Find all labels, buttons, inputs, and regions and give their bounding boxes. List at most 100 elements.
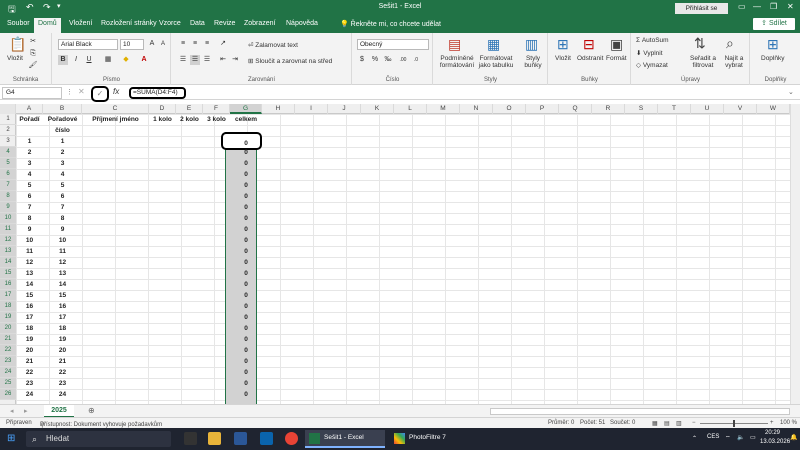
total-cell[interactable]: 0 bbox=[230, 257, 262, 268]
merge-center-button[interactable]: ⊞ Sloučit a zarovnat na střed bbox=[248, 57, 332, 65]
font-name-select[interactable]: Arial Black bbox=[58, 39, 118, 50]
normal-view-icon[interactable]: ▦ bbox=[652, 420, 658, 427]
row-header[interactable]: 26 bbox=[0, 389, 16, 400]
row-header[interactable]: 7 bbox=[0, 180, 16, 191]
fill-button[interactable]: ⬇ Vyplnit bbox=[636, 49, 663, 57]
cell-styles-button[interactable]: Styly buňky bbox=[520, 55, 546, 69]
conditional-formatting-button[interactable]: Podmíněné formátování bbox=[438, 55, 476, 69]
underline-button[interactable]: U bbox=[84, 55, 94, 65]
row-header[interactable]: 10 bbox=[0, 213, 16, 224]
order-cell[interactable]: 3 bbox=[16, 158, 43, 169]
row-header[interactable]: 2 bbox=[0, 125, 16, 136]
page-break-view-icon[interactable]: ▥ bbox=[676, 420, 682, 427]
align-left-icon[interactable]: ☰ bbox=[178, 55, 188, 65]
find-select-icon[interactable]: ⌕ bbox=[726, 35, 734, 52]
total-cell[interactable]: 0 bbox=[230, 323, 262, 334]
next-sheet-icon[interactable]: ▸ bbox=[24, 407, 28, 415]
sequence-number-cell[interactable]: 7 bbox=[43, 202, 82, 213]
ribbon-display-icon[interactable]: ▭ bbox=[738, 2, 746, 11]
column-header-w[interactable]: W bbox=[757, 104, 790, 114]
tab-data[interactable]: Data bbox=[190, 20, 205, 27]
sequence-number-cell[interactable]: 13 bbox=[43, 268, 82, 279]
tab-home[interactable]: Domů bbox=[34, 18, 61, 33]
zoom-out-icon[interactable]: − bbox=[692, 420, 696, 426]
column-header-u[interactable]: U bbox=[691, 104, 724, 114]
row-header[interactable]: 6 bbox=[0, 169, 16, 180]
name-box-more-icon[interactable]: ⋮ bbox=[66, 88, 73, 96]
currency-icon[interactable]: $ bbox=[357, 55, 367, 65]
orientation-icon[interactable]: ↗ bbox=[218, 39, 228, 49]
sequence-number-cell[interactable]: 5 bbox=[43, 180, 82, 191]
delete-cells-button[interactable]: Odstranit bbox=[577, 55, 603, 62]
battery-icon[interactable]: ▭ bbox=[750, 434, 756, 441]
total-cell[interactable]: 0 bbox=[230, 301, 262, 312]
clock-time[interactable]: 20:29 bbox=[765, 430, 780, 436]
column-header-d[interactable]: D bbox=[149, 104, 176, 114]
row-header[interactable]: 24 bbox=[0, 367, 16, 378]
copy-icon[interactable]: ⎘ bbox=[28, 49, 38, 59]
row-header[interactable]: 20 bbox=[0, 323, 16, 334]
outlook-icon[interactable] bbox=[260, 432, 273, 445]
total-cell[interactable]: 0 bbox=[230, 213, 262, 224]
select-all-corner[interactable] bbox=[0, 104, 16, 114]
align-bottom-icon[interactable]: ≡ bbox=[202, 39, 212, 49]
column-header-e[interactable]: E bbox=[176, 104, 203, 114]
conditional-formatting-icon[interactable]: ▤ bbox=[448, 36, 461, 53]
sequence-number-cell[interactable]: 24 bbox=[43, 389, 82, 400]
column-header-h[interactable]: H bbox=[262, 104, 295, 114]
order-cell[interactable]: 15 bbox=[16, 290, 43, 301]
cancel-icon[interactable]: ✕ bbox=[78, 87, 85, 96]
close-icon[interactable]: ✕ bbox=[787, 2, 794, 11]
total-cell[interactable]: 0 bbox=[230, 158, 262, 169]
order-cell[interactable]: 1 bbox=[16, 136, 43, 147]
tab-formulas[interactable]: Vzorce bbox=[159, 20, 181, 27]
borders-icon[interactable]: ▦ bbox=[103, 55, 113, 65]
tell-me-search[interactable]: 💡 Řekněte mi, co chcete udělat bbox=[340, 20, 441, 28]
percent-icon[interactable]: % bbox=[370, 55, 380, 65]
column-header-a[interactable]: A bbox=[16, 104, 43, 114]
format-cells-icon[interactable]: ▣ bbox=[610, 36, 623, 53]
order-cell[interactable]: 4 bbox=[16, 169, 43, 180]
tab-review[interactable]: Revize bbox=[214, 20, 235, 27]
increase-font-icon[interactable]: A bbox=[147, 39, 157, 49]
autosum-button[interactable]: Σ AutoSum bbox=[636, 37, 669, 44]
sequence-number-cell[interactable]: 23 bbox=[43, 378, 82, 389]
order-cell[interactable]: 24 bbox=[16, 389, 43, 400]
total-cell[interactable]: 0 bbox=[230, 180, 262, 191]
tab-help[interactable]: Nápověda bbox=[286, 20, 318, 27]
decrease-indent-icon[interactable]: ⇤ bbox=[218, 55, 228, 65]
tab-insert[interactable]: Vložení bbox=[69, 20, 92, 27]
header-cell-b[interactable]: Pořadové bbox=[43, 114, 82, 125]
sequence-number-cell[interactable]: 17 bbox=[43, 312, 82, 323]
minimize-icon[interactable]: — bbox=[753, 2, 761, 11]
tab-file[interactable]: Soubor bbox=[7, 20, 30, 27]
column-header-l[interactable]: L bbox=[394, 104, 427, 114]
sort-filter-button[interactable]: Seřadit a filtrovat bbox=[688, 55, 718, 69]
clear-button[interactable]: ◇ Vymazat bbox=[636, 61, 668, 69]
order-cell[interactable]: 10 bbox=[16, 235, 43, 246]
sequence-number-cell[interactable]: 14 bbox=[43, 279, 82, 290]
format-as-table-icon[interactable]: ▦ bbox=[487, 36, 500, 53]
order-cell[interactable]: 17 bbox=[16, 312, 43, 323]
increase-indent-icon[interactable]: ⇥ bbox=[230, 55, 240, 65]
network-icon[interactable]: ⌔ bbox=[725, 434, 731, 442]
sequence-number-cell[interactable]: 15 bbox=[43, 290, 82, 301]
prev-sheet-icon[interactable]: ◂ bbox=[10, 407, 14, 415]
increase-decimal-icon[interactable]: .00 bbox=[398, 55, 408, 65]
row-header[interactable]: 13 bbox=[0, 246, 16, 257]
sequence-number-cell[interactable]: 18 bbox=[43, 323, 82, 334]
volume-icon[interactable]: 🔈 bbox=[737, 434, 744, 441]
order-cell[interactable]: 13 bbox=[16, 268, 43, 279]
order-cell[interactable]: 9 bbox=[16, 224, 43, 235]
row-header[interactable]: 9 bbox=[0, 202, 16, 213]
order-cell[interactable]: 11 bbox=[16, 246, 43, 257]
total-cell[interactable]: 0 bbox=[230, 345, 262, 356]
column-header-c[interactable]: C bbox=[82, 104, 149, 114]
addins-icon[interactable]: ⊞ bbox=[767, 36, 779, 53]
sequence-number-cell[interactable]: 22 bbox=[43, 367, 82, 378]
enter-icon[interactable]: ✓ bbox=[91, 86, 109, 102]
align-middle-icon[interactable]: ≡ bbox=[190, 39, 200, 49]
row-header[interactable]: 19 bbox=[0, 312, 16, 323]
cells-area[interactable]: Pořadí Pořadové Příjmení jméno 1 kolo 2 kolo… bbox=[16, 114, 790, 404]
row-header[interactable]: 11 bbox=[0, 224, 16, 235]
